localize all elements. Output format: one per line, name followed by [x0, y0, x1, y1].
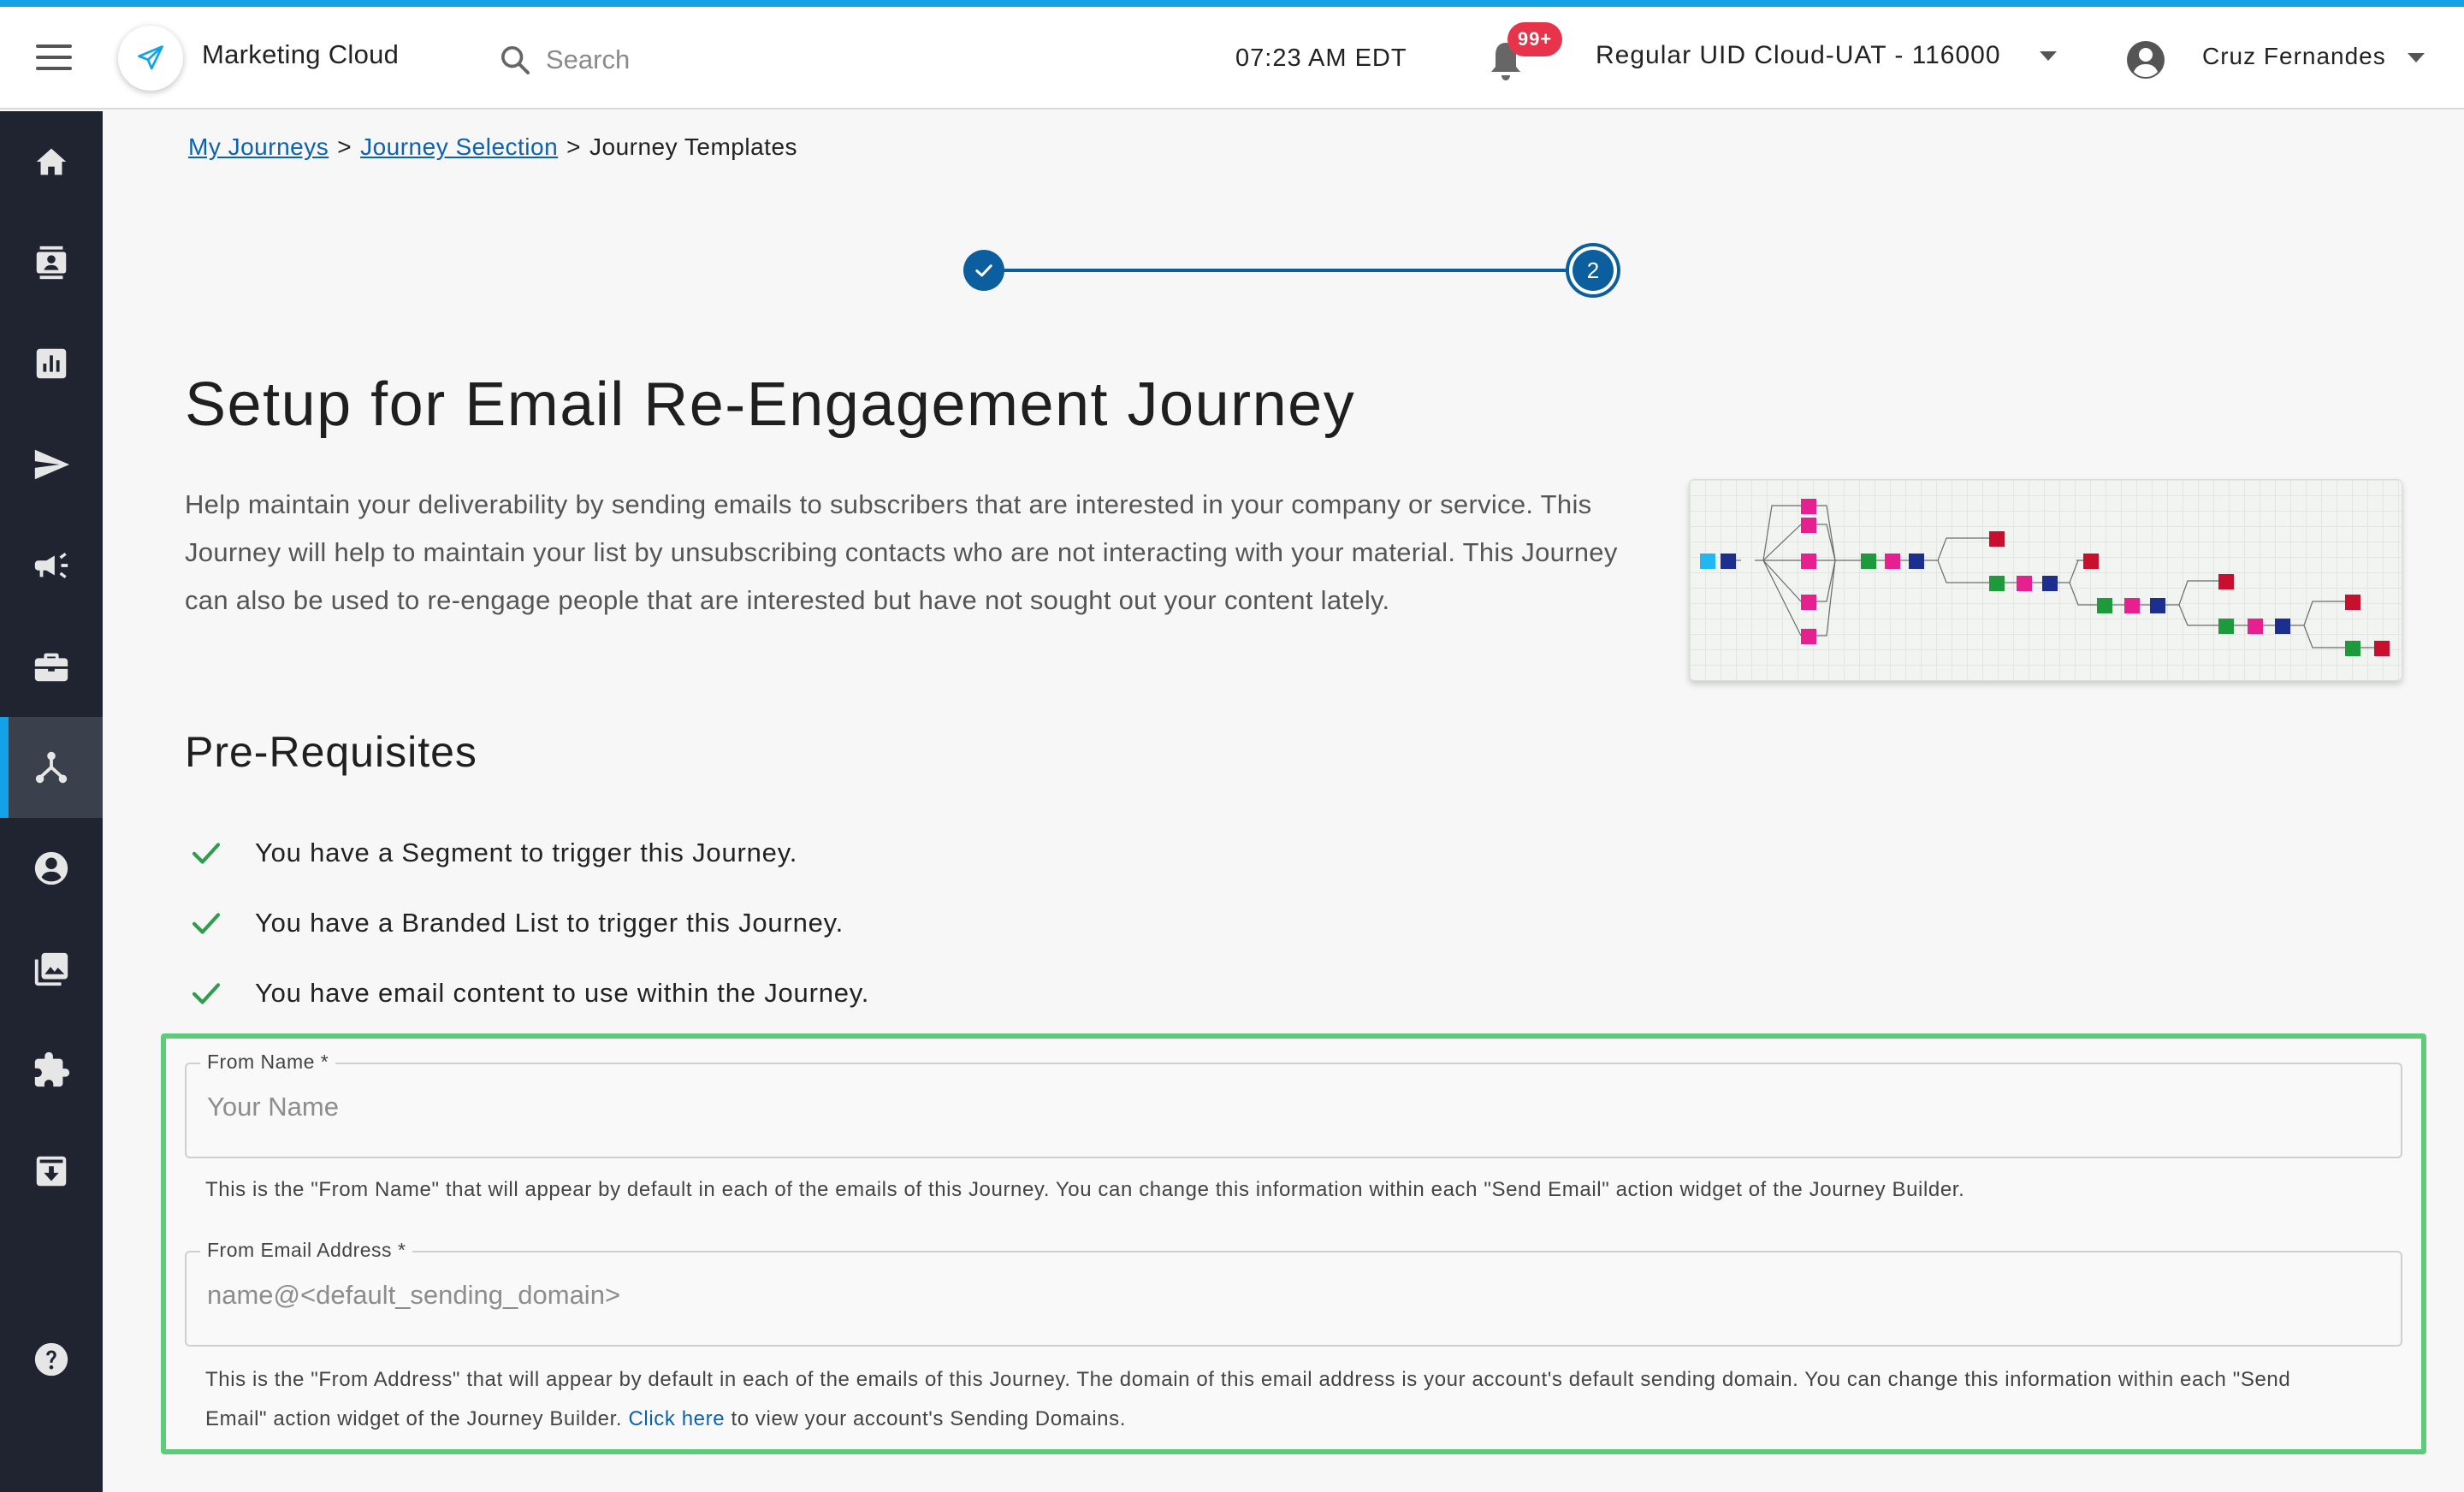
sidebar-item-archive[interactable]	[0, 1121, 103, 1222]
notification-badge: 99+	[1507, 22, 1562, 56]
sidebar-item-media[interactable]	[0, 919, 103, 1020]
from-name-label: From Name *	[200, 1051, 336, 1074]
extension-icon	[34, 1051, 70, 1087]
user-name[interactable]: Cruz Fernandes	[2202, 43, 2386, 70]
journey-icon	[35, 751, 68, 784]
paper-plane-icon	[138, 45, 163, 70]
menu-icon[interactable]	[36, 44, 72, 70]
from-email-field[interactable]: From Email Address *	[185, 1239, 2402, 1347]
campaign-icon	[34, 553, 68, 578]
breadcrumb-separator: >	[337, 133, 352, 160]
sidebar-item-briefcase[interactable]	[0, 616, 103, 717]
from-email-help-line1: This is the "From Address" that will app…	[205, 1368, 2291, 1391]
app-title: Marketing Cloud	[202, 39, 400, 69]
analytics-icon	[36, 348, 67, 379]
search-box[interactable]	[498, 38, 755, 82]
sidebar-item-home[interactable]	[0, 111, 103, 212]
progress-stepper: 2	[963, 243, 1626, 298]
archive-icon	[36, 1156, 67, 1187]
breadcrumb-separator: >	[566, 133, 582, 160]
prerequisite-item: You have a Branded List to trigger this …	[188, 902, 844, 944]
search-icon	[501, 46, 530, 74]
breadcrumb: My Journeys > Journey Selection > Journey Te…	[188, 133, 797, 161]
breadcrumb-current: Journey Templates	[589, 133, 798, 160]
sidebar-item-help[interactable]	[0, 1309, 103, 1410]
user-chevron-down-icon[interactable]	[2408, 53, 2425, 62]
search-input[interactable]	[546, 44, 743, 75]
journey-preview-image	[1689, 479, 2402, 681]
sidebar-item-analytics[interactable]	[0, 313, 103, 414]
account-icon	[34, 851, 68, 885]
user-avatar-icon[interactable]	[2125, 39, 2166, 80]
from-name-input[interactable]	[207, 1092, 2346, 1122]
from-email-help-line2-end: to view your account's Sending Domains.	[731, 1407, 1126, 1430]
sending-domains-link[interactable]: Click here	[628, 1407, 725, 1430]
home-icon	[36, 148, 67, 175]
clock-time: 07:23 AM EDT	[1235, 44, 1407, 72]
prerequisite-text: You have email content to use within the…	[255, 978, 870, 1008]
prerequisites-heading: Pre-Requisites	[185, 728, 477, 776]
top-accent-bar	[0, 0, 2464, 7]
briefcase-icon	[34, 653, 68, 682]
page-description: Help maintain your deliverability by sen…	[185, 489, 1618, 615]
breadcrumb-my-journeys[interactable]: My Journeys	[188, 133, 329, 160]
stepper-connector	[1001, 269, 1591, 272]
sidebar-item-account[interactable]	[0, 818, 103, 919]
prerequisite-text: You have a Segment to trigger this Journ…	[255, 838, 798, 867]
sidebar-item-send[interactable]	[0, 414, 103, 515]
send-icon	[34, 449, 70, 480]
sidebar-item-extensions[interactable]	[0, 1020, 103, 1121]
prerequisite-item: You have email content to use within the…	[188, 972, 869, 1015]
check-icon	[192, 913, 221, 934]
app-logo[interactable]	[118, 26, 183, 91]
sidebar-item-journeys[interactable]	[0, 717, 103, 818]
account-chevron-down-icon[interactable]	[2040, 51, 2057, 61]
app-header: Marketing Cloud 07:23 AM EDT 99+ Regular…	[0, 7, 2464, 110]
step-2-current[interactable]: 2	[1566, 243, 1620, 298]
contacts-icon	[36, 246, 67, 280]
check-icon	[192, 983, 221, 1004]
from-email-label: From Email Address *	[200, 1239, 413, 1262]
from-name-field[interactable]: From Name *	[185, 1051, 2402, 1158]
from-name-help: This is the "From Name" that will appear…	[205, 1178, 1965, 1201]
sidebar	[0, 111, 103, 1492]
from-email-input[interactable]	[207, 1280, 2346, 1311]
from-email-help-line2: Email" action widget of the Journey Buil…	[205, 1407, 623, 1430]
breadcrumb-journey-selection[interactable]: Journey Selection	[360, 133, 558, 160]
journey-flow-diagram	[1700, 499, 2390, 656]
page-title: Setup for Email Re-Engagement Journey	[185, 370, 1356, 439]
help-icon	[34, 1342, 68, 1377]
account-selector[interactable]: Regular UID Cloud-UAT - 116000	[1596, 41, 2001, 70]
check-icon	[192, 843, 221, 864]
prerequisite-text: You have a Branded List to trigger this …	[255, 908, 844, 938]
from-email-help: This is the "From Address" that will app…	[205, 1360, 2396, 1439]
sidebar-item-campaigns[interactable]	[0, 515, 103, 616]
media-icon	[34, 952, 68, 986]
sidebar-item-contacts[interactable]	[0, 212, 103, 313]
step-number: 2	[1573, 250, 1614, 291]
prerequisite-item: You have a Segment to trigger this Journ…	[188, 832, 797, 874]
step-1-complete[interactable]	[963, 250, 1004, 291]
checkmark-icon	[975, 264, 992, 277]
